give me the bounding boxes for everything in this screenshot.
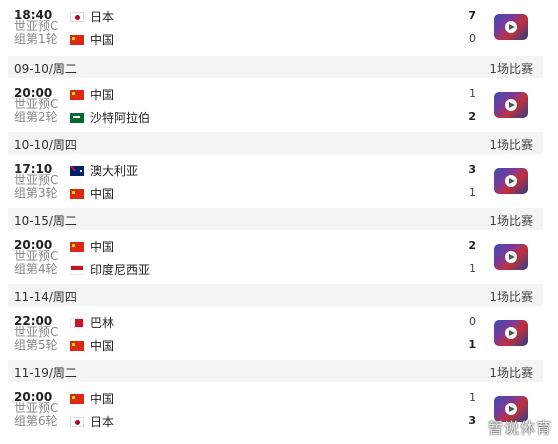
id-flag-icon — [70, 265, 84, 275]
jp-flag-icon — [70, 12, 84, 22]
date-header: 10-15/周二 1场比赛 — [8, 208, 543, 230]
cn-flag-icon — [70, 189, 84, 199]
home-score: 1 — [469, 391, 476, 404]
competition-label: 世亚预C 组第2轮 — [14, 97, 59, 124]
competition-label: 世亚预C 组第5轮 — [14, 325, 59, 352]
away-score: 1 — [469, 186, 476, 199]
away-team[interactable]: 中国 — [70, 31, 114, 47]
cn-flag-icon — [70, 242, 84, 252]
watermark: 暂说体育 — [487, 419, 552, 437]
away-team[interactable]: 中国 — [70, 337, 114, 353]
home-score: 3 — [468, 163, 476, 176]
jp-flag-icon — [70, 417, 84, 427]
match-row[interactable]: 20:00 世亚预C 组第2轮 中国 沙特阿拉伯 1 2 — [0, 78, 558, 132]
video-play-icon[interactable] — [494, 168, 528, 194]
cn-flag-icon — [70, 90, 84, 100]
home-score: 2 — [468, 239, 476, 252]
match-row[interactable]: 18:40 世亚预C 组第1轮 日本 中国 7 0 — [0, 0, 558, 56]
competition-label: 世亚预C 组第4轮 — [14, 249, 59, 276]
match-row[interactable]: 20:00 世亚预C 组第4轮 中国 印度尼西亚 2 1 — [0, 230, 558, 284]
match-row[interactable]: 22:00 世亚预C 组第5轮 巴林 中国 0 1 — [0, 306, 558, 360]
away-team[interactable]: 沙特阿拉伯 — [70, 109, 150, 125]
competition-label: 世亚预C 组第3轮 — [14, 173, 59, 200]
home-score: 1 — [469, 87, 476, 100]
home-team[interactable]: 中国 — [70, 238, 114, 254]
away-score: 3 — [468, 414, 476, 427]
home-team[interactable]: 中国 — [70, 86, 114, 102]
bh-flag-icon — [70, 318, 84, 328]
competition-label: 世亚预C 组第1轮 — [14, 19, 59, 46]
cn-flag-icon — [70, 341, 84, 351]
au-flag-icon — [70, 166, 84, 176]
match-row[interactable]: 20:00 世亚预C 组第6轮 中国 日本 1 3 — [0, 382, 558, 436]
match-schedule-list: 18:40 世亚预C 组第1轮 日本 中国 7 0 09-10/周二 1场比赛 2… — [0, 0, 558, 436]
away-team[interactable]: 中国 — [70, 185, 114, 201]
home-score: 7 — [468, 9, 476, 22]
away-score: 1 — [468, 338, 476, 351]
date-header: 11-19/周二 1场比赛 — [8, 360, 543, 382]
video-play-icon[interactable] — [494, 14, 528, 40]
home-team[interactable]: 日本 — [70, 8, 114, 24]
date-header: 11-14/周四 1场比赛 — [8, 284, 543, 306]
home-team[interactable]: 中国 — [70, 390, 114, 406]
home-score: 0 — [469, 315, 476, 328]
date-header: 10-10/周四 1场比赛 — [8, 132, 543, 154]
video-play-icon[interactable] — [494, 320, 528, 346]
competition-label: 世亚预C 组第6轮 — [14, 401, 59, 428]
video-play-icon[interactable] — [494, 244, 528, 270]
home-team[interactable]: 澳大利亚 — [70, 162, 138, 178]
cn-flag-icon — [70, 35, 84, 45]
match-row[interactable]: 17:10 世亚预C 组第3轮 澳大利亚 中国 3 1 — [0, 154, 558, 208]
away-team[interactable]: 日本 — [70, 413, 114, 429]
date-header: 09-10/周二 1场比赛 — [8, 56, 543, 78]
video-play-icon[interactable] — [494, 92, 528, 118]
away-team[interactable]: 印度尼西亚 — [70, 261, 150, 277]
cn-flag-icon — [70, 394, 84, 404]
sa-flag-icon — [70, 113, 84, 123]
away-score: 1 — [469, 262, 476, 275]
home-team[interactable]: 巴林 — [70, 314, 114, 330]
away-score: 0 — [469, 32, 476, 45]
away-score: 2 — [468, 110, 476, 123]
